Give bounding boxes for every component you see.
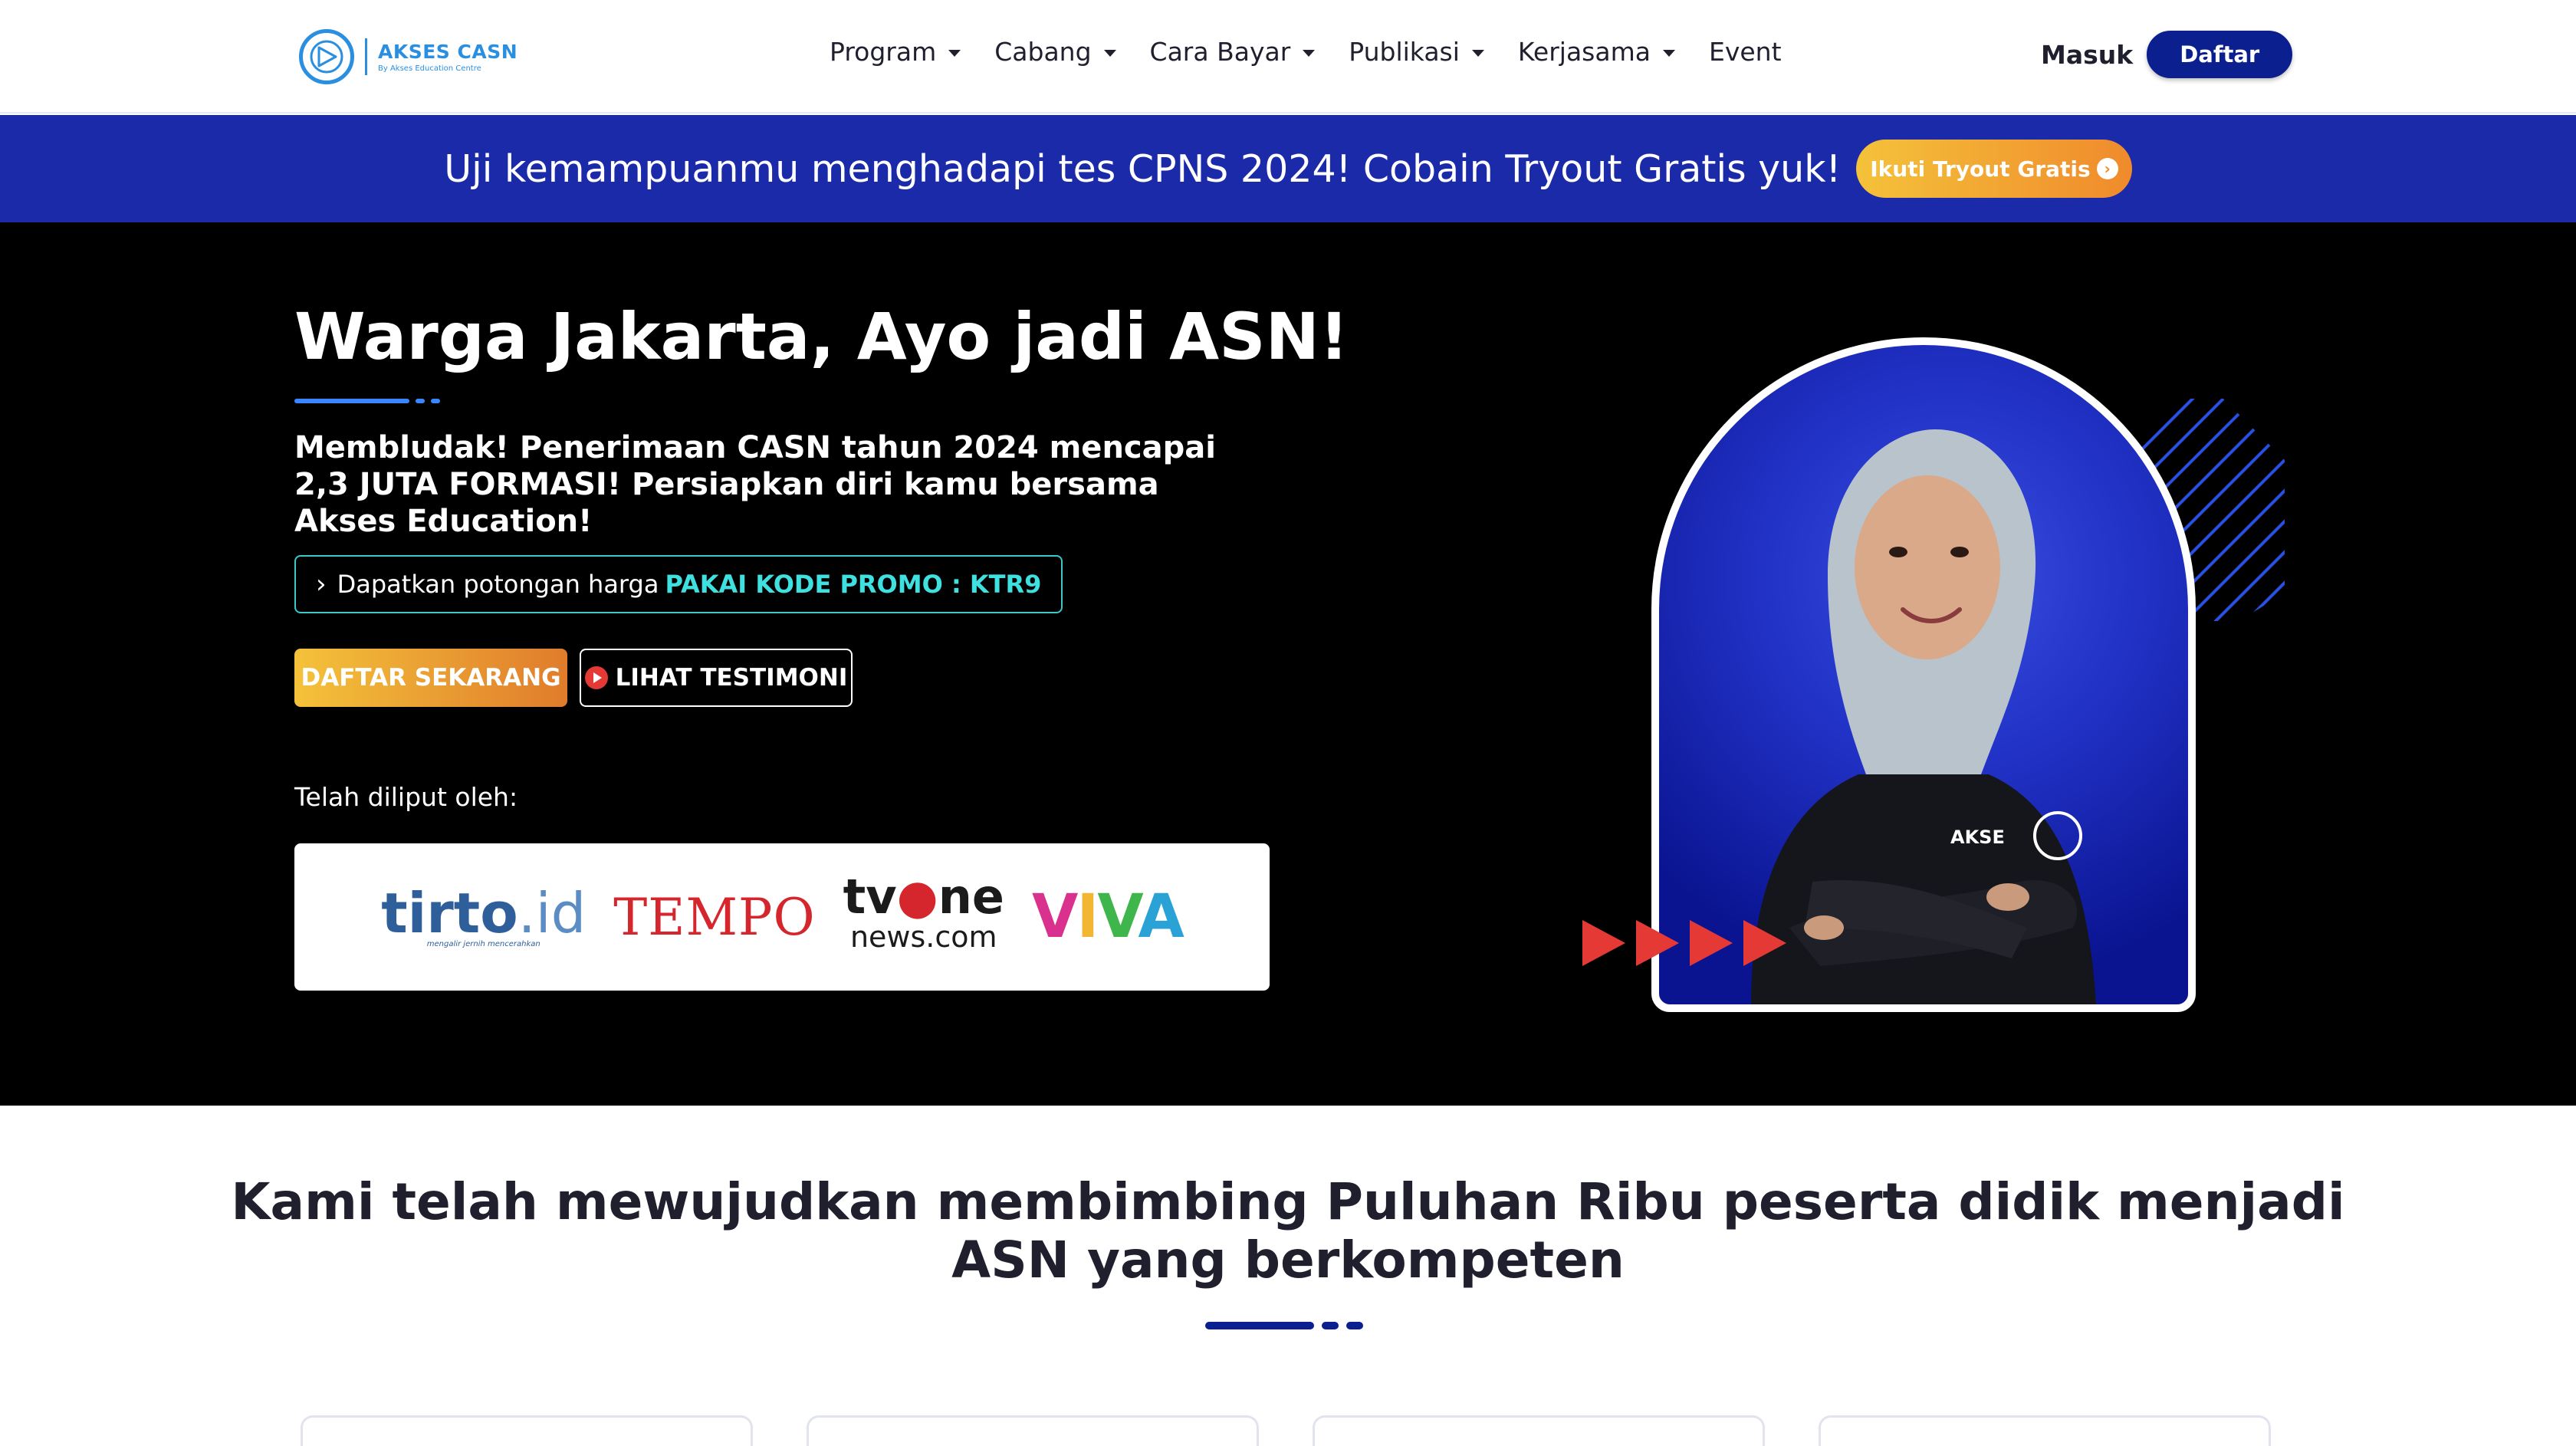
view-testimonial-label: LIHAT TESTIMONI xyxy=(615,664,848,692)
section-underline xyxy=(1205,1322,1363,1329)
play-circle-icon xyxy=(584,666,608,689)
promo-code: PAKAI KODE PROMO : KTR9 xyxy=(665,570,1042,599)
media-logos: tirto.id mengalir jernih mencerahkan TEM… xyxy=(294,843,1270,991)
viva-letter: I xyxy=(1076,882,1099,951)
covered-by-label: Telah diliput oleh: xyxy=(294,782,518,812)
brand-tagline: By Akses Education Centre xyxy=(378,64,481,73)
tempo-logo: TEMPO xyxy=(613,887,816,947)
hero-portrait: AKSE xyxy=(1651,337,2196,1012)
top-navbar: AKSES CASN By Akses Education Centre Pro… xyxy=(0,0,2576,113)
nav-item-publikasi[interactable]: Publikasi xyxy=(1349,37,1484,67)
brand-logo[interactable]: AKSES CASN By Akses Education Centre xyxy=(299,29,518,84)
caret-down-icon xyxy=(1103,49,1116,57)
free-tryout-label: Ikuti Tryout Gratis xyxy=(1870,156,2091,182)
nav-item-label: Cara Bayar xyxy=(1149,37,1291,67)
stat-card xyxy=(1819,1415,2271,1446)
tirto-wordmark: tirto xyxy=(381,880,518,945)
stat-card xyxy=(301,1415,753,1446)
tvone-logo: tv●ne news.com xyxy=(843,873,1004,957)
caret-down-icon xyxy=(1303,49,1316,57)
caret-down-icon xyxy=(1471,49,1484,57)
title-underline xyxy=(294,399,440,403)
nav-item-label: Cabang xyxy=(994,37,1092,67)
portrait-frame: AKSE xyxy=(1651,337,2196,1012)
stat-card xyxy=(807,1415,1259,1446)
caret-down-icon xyxy=(948,49,961,57)
logo-mark-icon xyxy=(299,29,354,84)
tvone-news: news.com xyxy=(849,920,997,954)
nav-item-program[interactable]: Program xyxy=(830,37,961,67)
nav-item-label: Event xyxy=(1708,37,1782,67)
logo-text: AKSES CASN By Akses Education Centre xyxy=(378,41,518,73)
arrow-decor-icon xyxy=(1690,920,1733,966)
nav-item-label: Publikasi xyxy=(1349,37,1460,67)
nav-item-cara-bayar[interactable]: Cara Bayar xyxy=(1150,37,1316,67)
viva-letter: A xyxy=(1138,882,1184,951)
hero-section: Warga Jakarta, Ayo jadi ASN! Membludak! … xyxy=(0,222,2576,1106)
nav-item-kerjasama[interactable]: Kerjasama xyxy=(1518,37,1675,67)
svg-text:AKSE: AKSE xyxy=(1950,827,2005,848)
tirto-logo: tirto.id mengalir jernih mencerahkan xyxy=(381,886,586,948)
arrow-decor-icon xyxy=(1743,920,1786,966)
nav-item-label: Program xyxy=(830,37,937,67)
arrow-right-circle-icon: › xyxy=(2096,158,2118,179)
nav-item-event[interactable]: Event xyxy=(1709,37,1782,67)
auth-actions: Masuk Daftar xyxy=(2041,31,2293,78)
nav-item-cabang[interactable]: Cabang xyxy=(994,37,1116,67)
caret-down-icon xyxy=(1662,49,1675,57)
stats-heading-line2: ASN yang berkompeten xyxy=(951,1231,1625,1290)
banner-text: Uji kemampuanmu menghadapi tes CPNS 2024… xyxy=(444,146,1842,191)
viva-logo: VIVA xyxy=(1031,882,1184,951)
view-testimonial-button[interactable]: LIHAT TESTIMONI xyxy=(580,649,853,707)
promo-prefix: Dapatkan potongan harga xyxy=(337,570,659,599)
tirto-id: .id xyxy=(518,880,586,945)
register-now-button[interactable]: DAFTAR SEKARANG xyxy=(294,649,567,707)
arrow-decor-icon xyxy=(1636,920,1679,966)
free-tryout-button[interactable]: Ikuti Tryout Gratis › xyxy=(1856,140,2132,198)
decorative-arrows xyxy=(1582,920,1797,966)
arrow-decor-icon xyxy=(1582,920,1625,966)
hero-cta-row: DAFTAR SEKARANG LIHAT TESTIMONI xyxy=(294,649,853,707)
nav-item-label: Kerjasama xyxy=(1517,37,1651,67)
viva-letter: V xyxy=(1031,882,1078,951)
hero-description: Membludak! Penerimaan CASN tahun 2024 me… xyxy=(294,430,1216,539)
tryout-banner: Uji kemampuanmu menghadapi tes CPNS 2024… xyxy=(0,115,2576,222)
stats-heading-line1: Kami telah mewujudkan membimbing Puluhan… xyxy=(231,1172,2345,1231)
stat-card xyxy=(1313,1415,1765,1446)
chevron-right-icon: › xyxy=(316,569,327,600)
promo-code-box[interactable]: › Dapatkan potongan harga PAKAI KODE PRO… xyxy=(294,555,1063,613)
brand-name: AKSES CASN xyxy=(378,41,518,63)
tutor-photo: AKSE xyxy=(1751,429,2096,1004)
stats-cards xyxy=(301,1415,2325,1446)
hero-title: Warga Jakarta, Ayo jadi ASN! xyxy=(294,299,1349,374)
main-nav: Program Cabang Cara Bayar Publikasi Kerj… xyxy=(830,37,1815,67)
viva-letter: V xyxy=(1097,882,1139,951)
register-button[interactable]: Daftar xyxy=(2147,31,2293,78)
stats-heading: Kami telah mewujudkan membimbing Puluhan… xyxy=(0,1173,2576,1290)
login-link[interactable]: Masuk xyxy=(2041,40,2133,70)
logo-separator xyxy=(365,38,367,75)
